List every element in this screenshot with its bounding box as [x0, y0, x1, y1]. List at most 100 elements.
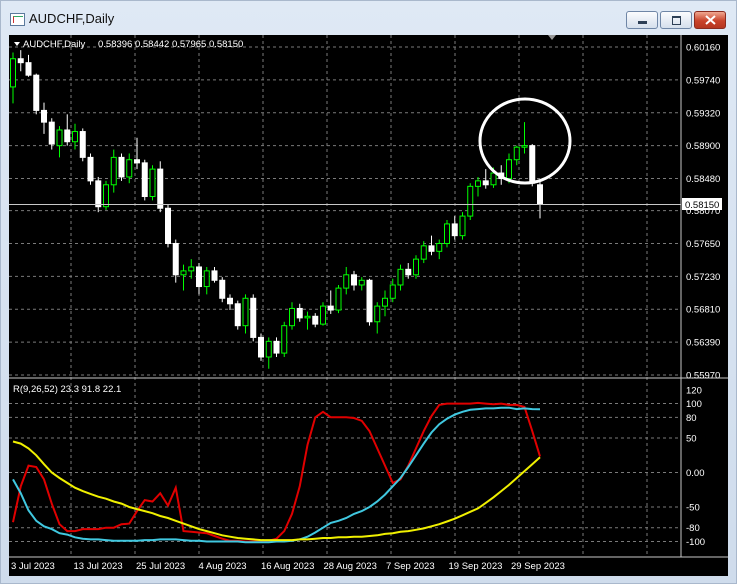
candle-body [413, 258, 419, 276]
date-tick-label: 25 Jul 2023 [136, 561, 185, 572]
candle-body [513, 146, 520, 161]
candle-body [203, 270, 210, 288]
candle-body [335, 287, 342, 311]
date-tick-label: 3 Jul 2023 [11, 561, 55, 572]
date-tick-label: 4 Aug 2023 [199, 561, 247, 572]
candle-body [436, 242, 443, 252]
date-tick-label: 13 Jul 2023 [74, 561, 123, 572]
candle-body [475, 180, 481, 187]
candle-body [10, 58, 16, 88]
candle-body [358, 279, 365, 286]
indicator-tick-label: -100 [686, 537, 705, 548]
chart-window: AUDCHF,Daily 0.60160 0.59740 0.59320 0.5890… [0, 0, 737, 584]
date-tick-label: 7 Sep 2023 [386, 561, 435, 572]
title-bar[interactable]: AUDCHF,Daily [1, 1, 736, 35]
candle-body [459, 215, 466, 237]
candle-body [296, 307, 303, 319]
candle-body [374, 305, 381, 323]
candle-body [304, 315, 311, 319]
candle-body [103, 184, 109, 208]
candle-body [134, 159, 140, 164]
candle-body [56, 129, 63, 147]
candle-body [537, 184, 543, 205]
indicator-tick-label: -80 [686, 523, 700, 534]
candle-body [110, 156, 117, 186]
candle-body [227, 297, 233, 305]
candle-body [382, 297, 388, 307]
candle-body [141, 162, 148, 198]
indicator-tick-label: 100 [686, 399, 702, 410]
candle-body [265, 340, 272, 358]
price-tick-label: 0.60160 [686, 43, 720, 54]
candle-body [397, 268, 404, 286]
price-tick-label: 0.57650 [686, 239, 720, 250]
indicator-tick-label: 50 [686, 434, 697, 445]
candle-body [289, 307, 295, 327]
indicator-legend: R(9,26,52) 23.3 91.8 22.1 [13, 384, 121, 395]
maximize-button[interactable] [660, 11, 692, 29]
candle-body [482, 180, 489, 186]
indicator-tick-label: 0.00 [686, 468, 705, 479]
candle-body [343, 274, 350, 289]
price-tick-label: 0.55970 [686, 371, 720, 382]
chart-area[interactable]: 0.60160 0.59740 0.59320 0.58900 0.58480 0.580… [9, 35, 728, 576]
candle-body [351, 274, 357, 286]
candle-body [366, 279, 373, 323]
date-tick-label: 28 Aug 2023 [324, 561, 377, 572]
candle-body [506, 159, 512, 180]
close-button[interactable] [694, 11, 726, 29]
chart-svg: 0.601600.597400.593200.589000.584800.580… [9, 35, 728, 572]
window-title: AUDCHF,Daily [29, 11, 115, 26]
candle-body [149, 168, 156, 198]
symbol-timeframe-label: AUDCHF,Daily [23, 39, 86, 50]
candle-body [17, 58, 24, 64]
price-tick-label: 0.58900 [686, 141, 720, 152]
minimize-button[interactable] [626, 11, 658, 29]
chart-shift-marker-icon[interactable] [548, 35, 556, 40]
candle-body [211, 270, 218, 281]
date-tick-label: 16 Aug 2023 [261, 561, 314, 572]
dropdown-triangle-icon[interactable] [14, 42, 20, 46]
candle-body [451, 223, 458, 237]
candle-body [72, 131, 78, 143]
candle-body [157, 168, 164, 209]
indicator-cyan-line [12, 406, 541, 544]
date-tick-label: 19 Sep 2023 [449, 561, 503, 572]
ohlc-values: 0.58396 0.58442 0.57965 0.58150 [98, 39, 243, 50]
candle-body [234, 303, 241, 327]
candle-body [118, 156, 125, 178]
indicator-tick-label: 120 [686, 385, 702, 396]
candle-body [490, 172, 497, 186]
candle-body [79, 131, 86, 158]
indicator-tick-label: 80 [686, 413, 697, 424]
indicator-tick-label: -50 [686, 503, 700, 514]
candle-body [25, 62, 32, 76]
candle-body [242, 297, 249, 327]
indicator-yellow-line [12, 440, 541, 542]
candle-body [87, 156, 94, 182]
candle-body [273, 340, 280, 354]
candle-body [258, 336, 264, 358]
candle-body [389, 284, 396, 299]
candle-body [126, 159, 133, 178]
price-tick-label: 0.59320 [686, 108, 720, 119]
candle-body [219, 279, 226, 299]
price-tick-label: 0.56390 [686, 338, 720, 349]
current-price-label: 0.58150 [685, 200, 719, 211]
candle-body [41, 109, 47, 123]
candle-body [467, 185, 474, 217]
candle-body [529, 145, 536, 184]
price-tick-label: 0.57230 [686, 272, 720, 283]
candle-body [250, 297, 257, 338]
price-tick-label: 0.56810 [686, 305, 720, 316]
close-icon [705, 15, 716, 25]
candle-body [95, 180, 102, 208]
candle-body [196, 266, 202, 288]
price-tick-label: 0.59740 [686, 75, 720, 86]
candle-body [188, 266, 195, 272]
candle-body [405, 268, 412, 276]
candle-body [180, 270, 187, 276]
candle-body [281, 325, 288, 354]
candle-body [312, 315, 319, 325]
candle-body [428, 245, 435, 252]
